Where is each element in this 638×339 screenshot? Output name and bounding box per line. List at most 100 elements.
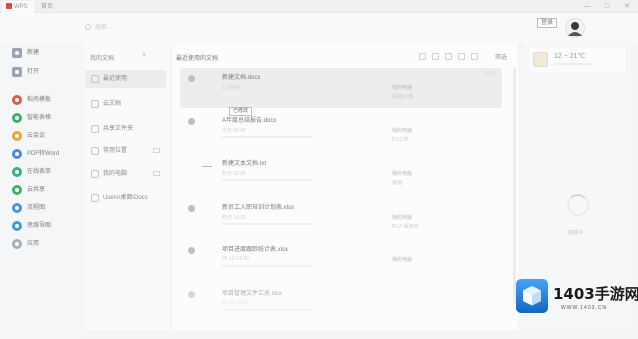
file-name: 新建文本文档.txt (222, 161, 267, 167)
file-name: 项目进度跟踪统计表.xlsx (222, 247, 289, 253)
avatar[interactable] (565, 18, 585, 38)
file-icon (202, 166, 212, 167)
file-location: 我的电脑 (392, 171, 413, 177)
file-path: 桌面\文档 (392, 94, 414, 100)
grid-view-icon[interactable] (432, 53, 439, 60)
wps-logo-icon (6, 3, 12, 10)
file-time: 1分钟前 (222, 85, 240, 91)
open-doc-icon (12, 67, 22, 77)
nav-item-label: 我的电脑 (103, 171, 128, 177)
weather-temp: 12 ~ 21℃ (554, 53, 586, 60)
sidebar-item-label: PDF转Word (27, 151, 60, 157)
sidebar-item-label: 新建 (27, 50, 40, 56)
sidebar-item-open[interactable]: 打开 (10, 66, 80, 78)
weather-card[interactable]: 12 ~ 21℃ (530, 48, 626, 72)
add-location-button[interactable]: + (142, 52, 146, 59)
file-location: 我的电脑 (392, 257, 413, 263)
watermark-logo-icon (516, 279, 548, 313)
tab-bar: WPS 首页 — □ ✕ (0, 0, 638, 13)
sidebar-item-template[interactable]: 稻壳模板 (10, 94, 80, 106)
login-button[interactable]: 登录 (537, 18, 557, 28)
pdf-convert-icon (12, 149, 22, 159)
file-meta-line (222, 265, 312, 267)
file-list-panel: 最近使用的文档 筛选 新建文档.docx 1分钟前 我的电脑 桌面\文档 10:… (172, 44, 518, 330)
template-icon (12, 95, 22, 105)
minimize-button[interactable]: — (578, 1, 596, 12)
file-icon (188, 75, 195, 82)
search-input[interactable]: 搜索... (85, 22, 300, 35)
nav-item-recent[interactable]: 最近使用 (85, 70, 166, 88)
sidebar-item-flowchart[interactable]: 流程图 (10, 202, 80, 214)
file-time: 今天 09:47 (222, 128, 246, 134)
clock-icon (91, 75, 99, 83)
file-name: 新建文档.docx (222, 75, 261, 81)
more-icon[interactable] (471, 53, 478, 60)
smart-sheet-icon (12, 113, 22, 123)
sort-icon[interactable] (445, 53, 452, 60)
computer-icon (91, 170, 99, 178)
sidebar-item-pdf-convert[interactable]: PDF转Word (10, 148, 80, 160)
table-row[interactable]: A年度总结报告.docx 今天 09:47 我的电脑 D:\工作 (180, 111, 502, 151)
mindmap-icon (12, 221, 22, 231)
sidebar-item-label: 打开 (27, 69, 40, 75)
sidebar-item-label: 在线表单 (27, 169, 52, 175)
watermark-brand: 1403手游网 (553, 285, 638, 303)
file-path: D:\人事资料 (392, 224, 419, 230)
close-button[interactable]: ✕ (618, 1, 636, 12)
cloud-icon (91, 100, 99, 108)
scrollbar[interactable] (513, 68, 516, 304)
file-icon (188, 118, 195, 125)
nav-item-label: 最近使用 (103, 76, 128, 82)
sidebar-item-new[interactable]: 新建 (10, 47, 80, 59)
sidebar-item-label: 思维导图 (27, 223, 52, 229)
nav-item-label: Users\桌面\Docs (103, 195, 148, 201)
expand-icon[interactable] (153, 148, 160, 153)
table-row[interactable]: 项目进度跟踪统计表.xlsx 05-12 14:20 我的电脑 (180, 240, 502, 280)
file-location: 我的电脑 (392, 128, 413, 134)
file-location: 我的电脑 (392, 85, 413, 91)
tab-label: 首页 (41, 4, 54, 10)
nav-item-folder[interactable]: Users\桌面\Docs (85, 189, 166, 207)
expand-icon[interactable] (153, 171, 160, 176)
search-icon (85, 24, 91, 31)
tab-wps[interactable]: WPS (2, 1, 34, 13)
sidebar-item-mindmap[interactable]: 思维导图 (10, 220, 80, 232)
sidebar-item-form[interactable]: 在线表单 (10, 166, 80, 178)
sidebar-item-smart-sheet[interactable]: 智能表格 (10, 112, 80, 124)
star-icon (91, 147, 99, 155)
nav-item-label: 共享文件夹 (103, 126, 134, 132)
table-row[interactable]: 新建文档.docx 1分钟前 我的电脑 桌面\文档 10:21 (180, 68, 502, 108)
sidebar-item-apps[interactable]: 应用 (10, 238, 80, 250)
sidebar-item-meeting[interactable]: 云会议 (10, 130, 80, 142)
file-time: 昨天 16:30 (222, 215, 246, 221)
tab-label: WPS (14, 4, 28, 10)
table-row[interactable]: 新建文本文档.txt 昨天 18:05 我的电脑 桌面 (180, 154, 502, 194)
sidebar-item-label: 云会议 (27, 133, 46, 139)
nav-item-cloud[interactable]: 云文档 (85, 95, 166, 113)
sidebar-item-label: 流程图 (27, 205, 46, 211)
file-time: 05-12 14:20 (222, 256, 249, 262)
search-placeholder: 搜索... (95, 25, 113, 31)
nav-item-favorites[interactable]: 常用位置 (85, 142, 166, 160)
folder-icon (91, 194, 99, 202)
sidebar: 新建 打开 稻壳模板 智能表格 云会议 PDF转Word 在线表单 云共享 流程… (0, 44, 82, 339)
list-view-icon[interactable] (419, 53, 426, 60)
tooltip: 已修改 (229, 107, 253, 116)
tab-home[interactable]: 首页 (37, 1, 77, 13)
nav-item-shared[interactable]: 共享文件夹 (85, 120, 166, 138)
flowchart-icon (12, 203, 22, 213)
maximize-button[interactable]: □ (598, 1, 616, 12)
filter-button[interactable]: 筛选 (495, 52, 507, 61)
file-time: 昨天 18:05 (222, 171, 246, 177)
weather-detail-line (554, 63, 594, 65)
sidebar-item-share[interactable]: 云共享 (10, 184, 80, 196)
table-row[interactable]: 新员工入职培训计划表.xlsx 昨天 16:30 我的电脑 D:\人事资料 (180, 198, 502, 238)
nav-item-label: 常用位置 (103, 148, 128, 154)
weather-icon (533, 52, 548, 67)
refresh-icon[interactable] (458, 53, 465, 60)
table-row[interactable]: 项目管理文件汇总.xlsx 05-10 11:02 (180, 284, 502, 324)
nav-item-computer[interactable]: 我的电脑 (85, 165, 166, 183)
sidebar-item-label: 智能表格 (27, 115, 52, 121)
file-location: 我的电脑 (392, 215, 413, 221)
nav-title: 我的文档 (90, 56, 115, 62)
